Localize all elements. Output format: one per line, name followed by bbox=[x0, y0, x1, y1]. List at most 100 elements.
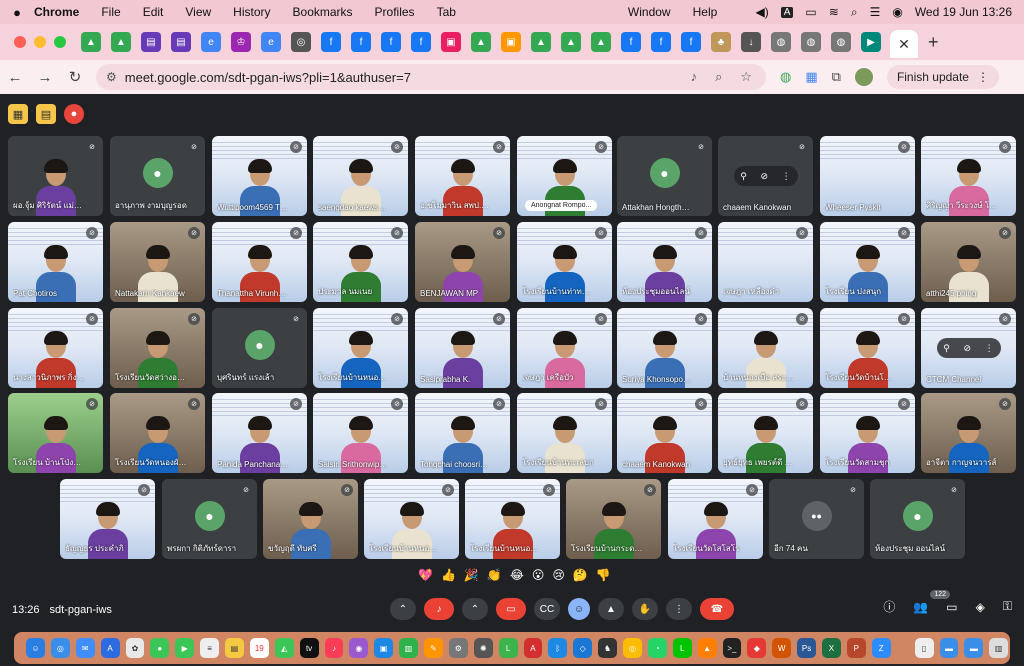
downloads-icon[interactable]: ▬ bbox=[964, 638, 984, 658]
site-info-icon[interactable]: ⚙ bbox=[106, 70, 117, 84]
zoom-dock-icon[interactable]: Z bbox=[871, 638, 891, 658]
reaction-emoji[interactable]: 👎 bbox=[596, 568, 611, 582]
recording-icon[interactable]: ● bbox=[64, 104, 84, 124]
participant-tile[interactable]: ⊘ อาจีตา กาญจนวารส์ bbox=[921, 393, 1016, 473]
clock[interactable]: Wed 19 Jun 13:26 bbox=[915, 5, 1012, 19]
tab-facebook-icon[interactable]: f bbox=[381, 32, 401, 52]
tab-globe-icon[interactable]: ◍ bbox=[801, 32, 821, 52]
participant-tile[interactable]: ⊘ โรงเรียนวัดโสโสโร bbox=[668, 479, 763, 559]
participant-tile[interactable]: ⊘ Sasiprabha K. bbox=[415, 308, 510, 388]
participant-tile[interactable]: ⊘ Saisiri Srithonwiphat bbox=[313, 393, 408, 473]
participant-tile[interactable]: ● ⊘ พรผกา กิติภัทร์ดารา bbox=[162, 479, 257, 559]
address-bar[interactable]: ⚙ meet.google.com/sdt-pgan-iws?pli=1&aut… bbox=[96, 64, 766, 90]
control-center-icon[interactable]: ☰ bbox=[870, 5, 881, 19]
finish-update-button[interactable]: Finish update ⋮ bbox=[886, 65, 999, 89]
host-controls-icon[interactable]: ⚿ bbox=[1003, 599, 1012, 614]
anydesk-icon[interactable]: ◆ bbox=[747, 638, 767, 658]
participant-tile[interactable]: ⊘ atthi245 phing bbox=[921, 222, 1016, 302]
folder-icon[interactable]: ▬ bbox=[939, 638, 959, 658]
more-options-icon[interactable]: ⋮ bbox=[782, 171, 791, 182]
participant-tile[interactable]: ⊘ เจษฎา เหลืองดำ bbox=[718, 222, 813, 302]
participant-tile[interactable]: ⊘ เจษฎา เครือบัว bbox=[517, 308, 612, 388]
battery-icon[interactable]: ▭ bbox=[805, 5, 816, 19]
profile-avatar[interactable] bbox=[854, 68, 873, 86]
mute-participant-icon[interactable]: ⊘ bbox=[761, 171, 769, 182]
safari-icon[interactable]: ◎ bbox=[50, 638, 70, 658]
keynote-icon[interactable]: ▣ bbox=[374, 638, 394, 658]
participant-tile[interactable]: ⊘ โรงเรียน บ้านโป่งพร้าว bbox=[8, 393, 103, 473]
url-text[interactable]: meet.google.com/sdt-pgan-iws?pli=1&authu… bbox=[125, 70, 411, 85]
tab-close-icon[interactable]: ✕ bbox=[890, 30, 918, 58]
notes-icon[interactable]: ▤ bbox=[36, 104, 56, 124]
participant-tile[interactable]: ⊘ อ.ชไมมาวิน สพป.สพ.2 bbox=[415, 136, 510, 216]
zoom-icon[interactable]: ⌕ bbox=[715, 69, 722, 85]
tab-globe-icon[interactable]: ◍ bbox=[771, 32, 791, 52]
line-icon[interactable]: L bbox=[498, 638, 518, 658]
back-icon[interactable]: ← bbox=[0, 69, 30, 86]
reaction-emoji[interactable]: 😂 bbox=[510, 568, 524, 582]
menu-app-name[interactable]: Chrome bbox=[34, 5, 79, 19]
participant-tile[interactable]: ⊘ Panida Panchanapot bbox=[212, 393, 307, 473]
participant-tile[interactable]: ⊘ ขวัญฤดี ทับศรี bbox=[263, 479, 358, 559]
participant-tile[interactable]: ⊘ Wheeser Pyskit bbox=[820, 136, 915, 216]
tab-facebook-icon[interactable]: f bbox=[321, 32, 341, 52]
whatsapp-icon[interactable]: ◔ bbox=[647, 638, 667, 658]
chess-icon[interactable]: ♞ bbox=[598, 638, 617, 658]
reaction-emoji[interactable]: 🎉 bbox=[464, 568, 479, 582]
participant-tile[interactable]: ⊘ โรงเรียนบ้านหนองแสง bbox=[313, 308, 408, 388]
wifi-icon[interactable]: ≋ bbox=[829, 5, 839, 19]
reaction-emoji[interactable]: 👍 bbox=[441, 568, 456, 582]
forward-icon[interactable]: → bbox=[30, 69, 60, 86]
menu-history[interactable]: History bbox=[233, 5, 270, 19]
acrobat-icon[interactable]: A bbox=[523, 638, 543, 658]
participant-tile[interactable]: ⊘ Nattakarn Kankaew bbox=[110, 222, 205, 302]
participant-tile[interactable]: ⊘ Thanattha Virunhat... bbox=[212, 222, 307, 302]
photos-icon[interactable]: ✿ bbox=[125, 638, 145, 658]
word-icon[interactable]: W bbox=[772, 638, 792, 658]
calendar-icon[interactable]: 19 bbox=[249, 638, 269, 658]
participant-tile[interactable]: ⊘ โรงเรียนบ้านท่าทองล่าง bbox=[517, 222, 612, 302]
present-icon[interactable]: ▲ bbox=[598, 598, 624, 620]
captions-icon[interactable]: CC bbox=[534, 598, 560, 620]
facetime-icon[interactable]: ▶ bbox=[175, 638, 195, 658]
settings-icon[interactable]: ⚙ bbox=[448, 638, 468, 658]
participant-tile[interactable]: ● ⊘ Attakhan Hongthong bbox=[617, 136, 712, 216]
trash-icon[interactable]: ▥ bbox=[989, 638, 1009, 658]
menu-view[interactable]: View bbox=[185, 5, 211, 19]
bookmark-star-icon[interactable]: ☆ bbox=[740, 69, 752, 85]
notes-app-icon[interactable]: ▤ bbox=[225, 638, 244, 658]
chrome-dock-icon[interactable]: ◎ bbox=[623, 638, 642, 658]
participant-tile[interactable]: ⊘ ผอ.จุ้ม ศิริรัตน์ แม่มยอ... bbox=[8, 136, 103, 216]
mic-options-icon[interactable]: ⌃ bbox=[390, 598, 416, 620]
tab-meet-icon[interactable]: ▶ bbox=[861, 32, 881, 52]
reaction-emoji[interactable]: 👏 bbox=[487, 568, 502, 582]
numbers-icon[interactable]: ▥ bbox=[399, 638, 418, 658]
menu-tab[interactable]: Tab bbox=[437, 5, 456, 19]
excel-icon[interactable]: X bbox=[822, 638, 841, 658]
participant-tile[interactable]: ⊘ Anongnat Rompo... bbox=[517, 136, 612, 216]
pages-icon[interactable]: ✎ bbox=[424, 638, 443, 658]
participant-tile[interactable]: ● ⊘ บุศรินทร์ แรงเล้า bbox=[212, 308, 307, 388]
reaction-emoji[interactable]: 💖 bbox=[418, 568, 433, 582]
participant-tile[interactable]: ⊘ ศิริญญา วีระวงษ์ โรงเรียน... bbox=[921, 136, 1016, 216]
tab-drive-icon[interactable]: ▲ bbox=[561, 32, 581, 52]
photoshop-icon[interactable]: Ps bbox=[797, 638, 816, 658]
chatgpt-icon[interactable]: ✺ bbox=[473, 638, 493, 658]
pin-icon[interactable]: ⚲ bbox=[740, 171, 747, 182]
participant-tile[interactable]: ⊘ โรงเรียนบ้านกระดาน bbox=[566, 479, 661, 559]
siri-icon[interactable]: ◉ bbox=[892, 5, 902, 19]
reaction-emoji[interactable]: 😮 bbox=[532, 568, 545, 582]
maps-icon[interactable]: ◭ bbox=[274, 638, 294, 658]
participant-tile[interactable]: ⊘ ประมวล นมเนย bbox=[313, 222, 408, 302]
tab-drive-icon[interactable]: ▲ bbox=[471, 32, 491, 52]
participant-tile[interactable]: ⊘ ยุทธ์ยุทธ เพยรต์ดี รร... bbox=[718, 393, 813, 473]
menu-help[interactable]: Help bbox=[693, 5, 718, 19]
tab-facebook-icon[interactable]: f bbox=[351, 32, 371, 52]
camera-off-icon[interactable]: ▭ bbox=[496, 598, 526, 620]
tab-site-icon[interactable]: e bbox=[201, 32, 221, 52]
participant-tile[interactable]: ⊘ โรงเรียนวัดสว่างอารมณ์ bbox=[110, 308, 205, 388]
menu-file[interactable]: File bbox=[101, 5, 120, 19]
tab-drive-icon[interactable]: ▲ bbox=[531, 32, 551, 52]
raise-hand-icon[interactable]: ✋ bbox=[632, 598, 658, 620]
search-icon[interactable]: ⌕ bbox=[851, 5, 858, 20]
